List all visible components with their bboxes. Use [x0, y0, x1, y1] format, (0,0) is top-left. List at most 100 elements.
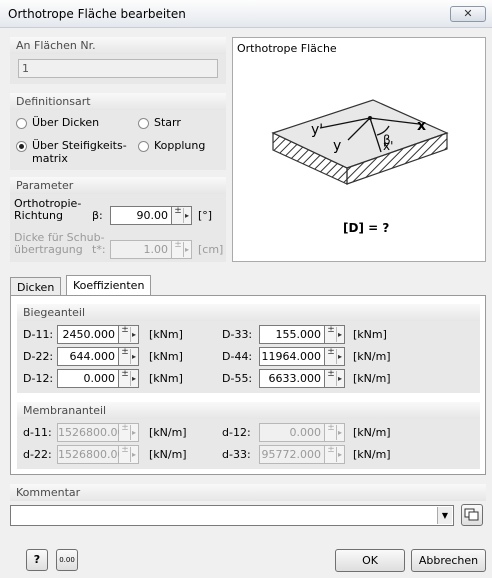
bending-coef-label: D-11:: [23, 328, 54, 341]
parameter-group: Orthotropie- Richtung β: 90.00 ± ▸ [°] Di…: [10, 194, 226, 262]
coefficients-pane: Biegeanteil D-11: 2450.000 ± ▸ [kNm] D-33: 155…: [10, 295, 486, 475]
membrane-coef-spinner[interactable]: ± ▸: [119, 445, 139, 464]
bending-coef-input[interactable]: 0.000: [57, 369, 119, 388]
chevron-down-icon[interactable]: ▼: [437, 507, 452, 524]
label-y-prime: y': [311, 122, 323, 138]
help-button[interactable]: ?: [26, 549, 48, 571]
bending-coef-spinner[interactable]: ± ▸: [325, 369, 345, 388]
bending-coef-input[interactable]: 644.000: [57, 347, 119, 366]
cancel-button[interactable]: Abbrechen: [411, 549, 486, 572]
radio-rigid-label: Starr: [154, 116, 181, 129]
ok-button[interactable]: OK: [335, 549, 405, 572]
spinner-plusminus-icon: ±: [174, 206, 182, 216]
bending-coef-label: D-12:: [23, 372, 54, 385]
bending-coef-unit: [kNm]: [149, 350, 183, 363]
image-caption: [D] = ?: [343, 221, 390, 235]
surface-no-input[interactable]: 1: [18, 59, 218, 78]
bending-coef-label: D-22:: [23, 350, 54, 363]
bending-coef-unit: [kN/m]: [353, 350, 391, 363]
direction-label-2: Richtung: [14, 209, 63, 222]
spinner-plusminus-icon: ±: [327, 445, 335, 455]
bending-coef-unit: [kNm]: [149, 328, 183, 341]
bending-coef-spinner[interactable]: ± ▸: [119, 325, 139, 344]
radio-stiffness-label-2: matrix: [32, 152, 68, 165]
bending-coef-unit: [kNm]: [353, 328, 387, 341]
spinner-arrow-icon: ▸: [336, 349, 343, 364]
membrane-coef-unit: [kN/m]: [353, 426, 391, 439]
membrane-coef-unit: [kN/m]: [353, 448, 391, 461]
bending-coef-spinner[interactable]: ± ▸: [325, 347, 345, 366]
radio-stiffness-label-1: Über Steifigkeits-: [32, 139, 127, 152]
spinner-arrow-icon: ▸: [130, 425, 137, 440]
spinner-arrow-icon: ▸: [130, 447, 137, 462]
comment-header: Kommentar: [10, 484, 486, 501]
window-title: Orthotrope Fläche bearbeiten: [8, 7, 186, 21]
comment-combobox[interactable]: ▼: [10, 505, 454, 526]
membrane-coef-spinner[interactable]: ± ▸: [325, 445, 345, 464]
spinner-plusminus-icon: ±: [327, 347, 335, 357]
radio-coupling[interactable]: [138, 141, 149, 152]
bending-coef-input[interactable]: 155.000: [259, 325, 325, 344]
label-x: x: [417, 118, 426, 134]
radio-stiffness-matrix[interactable]: [16, 141, 27, 152]
membrane-coef-label: d-22:: [23, 448, 52, 461]
spinner-plusminus-icon: ±: [327, 423, 335, 433]
shear-spinner[interactable]: ± ▸: [172, 240, 192, 259]
label-y: y: [333, 138, 341, 154]
spinner-plusminus-icon: ±: [121, 369, 129, 379]
membrane-coef-spinner[interactable]: ± ▸: [325, 423, 345, 442]
tab-dicken[interactable]: Dicken: [10, 277, 62, 297]
spinner-arrow-icon: ▸: [336, 371, 343, 386]
radio-thickness[interactable]: [16, 118, 27, 129]
membrane-coef-input[interactable]: 95772.000: [259, 445, 325, 464]
close-button[interactable]: ✕: [450, 6, 486, 22]
membrane-coef-unit: [kN/m]: [149, 426, 187, 439]
comment-library-button[interactable]: [461, 504, 483, 526]
membrane-coef-label: d-33:: [222, 448, 251, 461]
shear-input[interactable]: 1.00: [110, 240, 172, 259]
bending-coef-spinner[interactable]: ± ▸: [325, 325, 345, 344]
radio-coupling-label: Kopplung: [154, 139, 206, 152]
beta-symbol: β:: [92, 209, 103, 222]
membrane-group: d-11: 1526800.00 ± ▸ [kN/m] d-12: 0.000 ± ▸ [kN/m…: [17, 419, 480, 469]
radio-thickness-label: Über Dicken: [32, 116, 100, 129]
bending-coef-input[interactable]: 11964.000: [259, 347, 325, 366]
membrane-header: Membrananteil: [17, 402, 480, 419]
beta-spinner[interactable]: ± ▸: [172, 206, 192, 225]
shear-unit: [cm]: [198, 243, 224, 256]
spinner-arrow-icon: ▸: [183, 242, 190, 257]
bending-coef-unit: [kNm]: [149, 372, 183, 385]
bending-group: D-11: 2450.000 ± ▸ [kNm] D-33: 155.000 ± ▸ [kNm] D…: [17, 321, 480, 393]
shear-label-2: übertragung: [14, 243, 83, 256]
spinner-arrow-icon: ▸: [130, 349, 137, 364]
spinner-arrow-icon: ▸: [130, 371, 137, 386]
bending-coef-input[interactable]: 2450.000: [57, 325, 119, 344]
beta-unit: [°]: [198, 209, 213, 222]
membrane-coef-spinner[interactable]: ± ▸: [119, 423, 139, 442]
surface-no-group: 1: [10, 54, 226, 84]
spinner-plusminus-icon: ±: [327, 325, 335, 335]
radio-rigid[interactable]: [138, 118, 149, 129]
spinner-arrow-icon: ▸: [336, 447, 343, 462]
membrane-coef-input[interactable]: 1526800.00: [57, 445, 124, 464]
membrane-coef-input[interactable]: 1526800.00: [57, 423, 124, 442]
spinner-plusminus-icon: ±: [174, 240, 182, 250]
bending-coef-spinner[interactable]: ± ▸: [119, 347, 139, 366]
membrane-coef-label: d-11:: [23, 426, 52, 439]
spinner-plusminus-icon: ±: [327, 369, 335, 379]
bending-coef-input[interactable]: 6633.000: [259, 369, 325, 388]
orthotropic-surface-image: Orthotrope Fläche y' y x' x β [D] = ?: [232, 37, 486, 262]
units-button[interactable]: 0.00: [56, 549, 78, 571]
shear-symbol: t*:: [92, 243, 106, 256]
bending-coef-label: D-44:: [222, 350, 253, 363]
beta-input[interactable]: 90.00: [110, 206, 172, 225]
label-beta: β: [383, 133, 391, 147]
parameter-header: Parameter: [10, 177, 226, 194]
bending-coef-unit: [kN/m]: [353, 372, 391, 385]
spinner-plusminus-icon: ±: [121, 347, 129, 357]
bending-coef-spinner[interactable]: ± ▸: [119, 369, 139, 388]
definition-header: Definitionsart: [10, 93, 226, 110]
spinner-arrow-icon: ▸: [336, 425, 343, 440]
membrane-coef-input[interactable]: 0.000: [259, 423, 325, 442]
spinner-arrow-icon: ▸: [183, 208, 190, 223]
